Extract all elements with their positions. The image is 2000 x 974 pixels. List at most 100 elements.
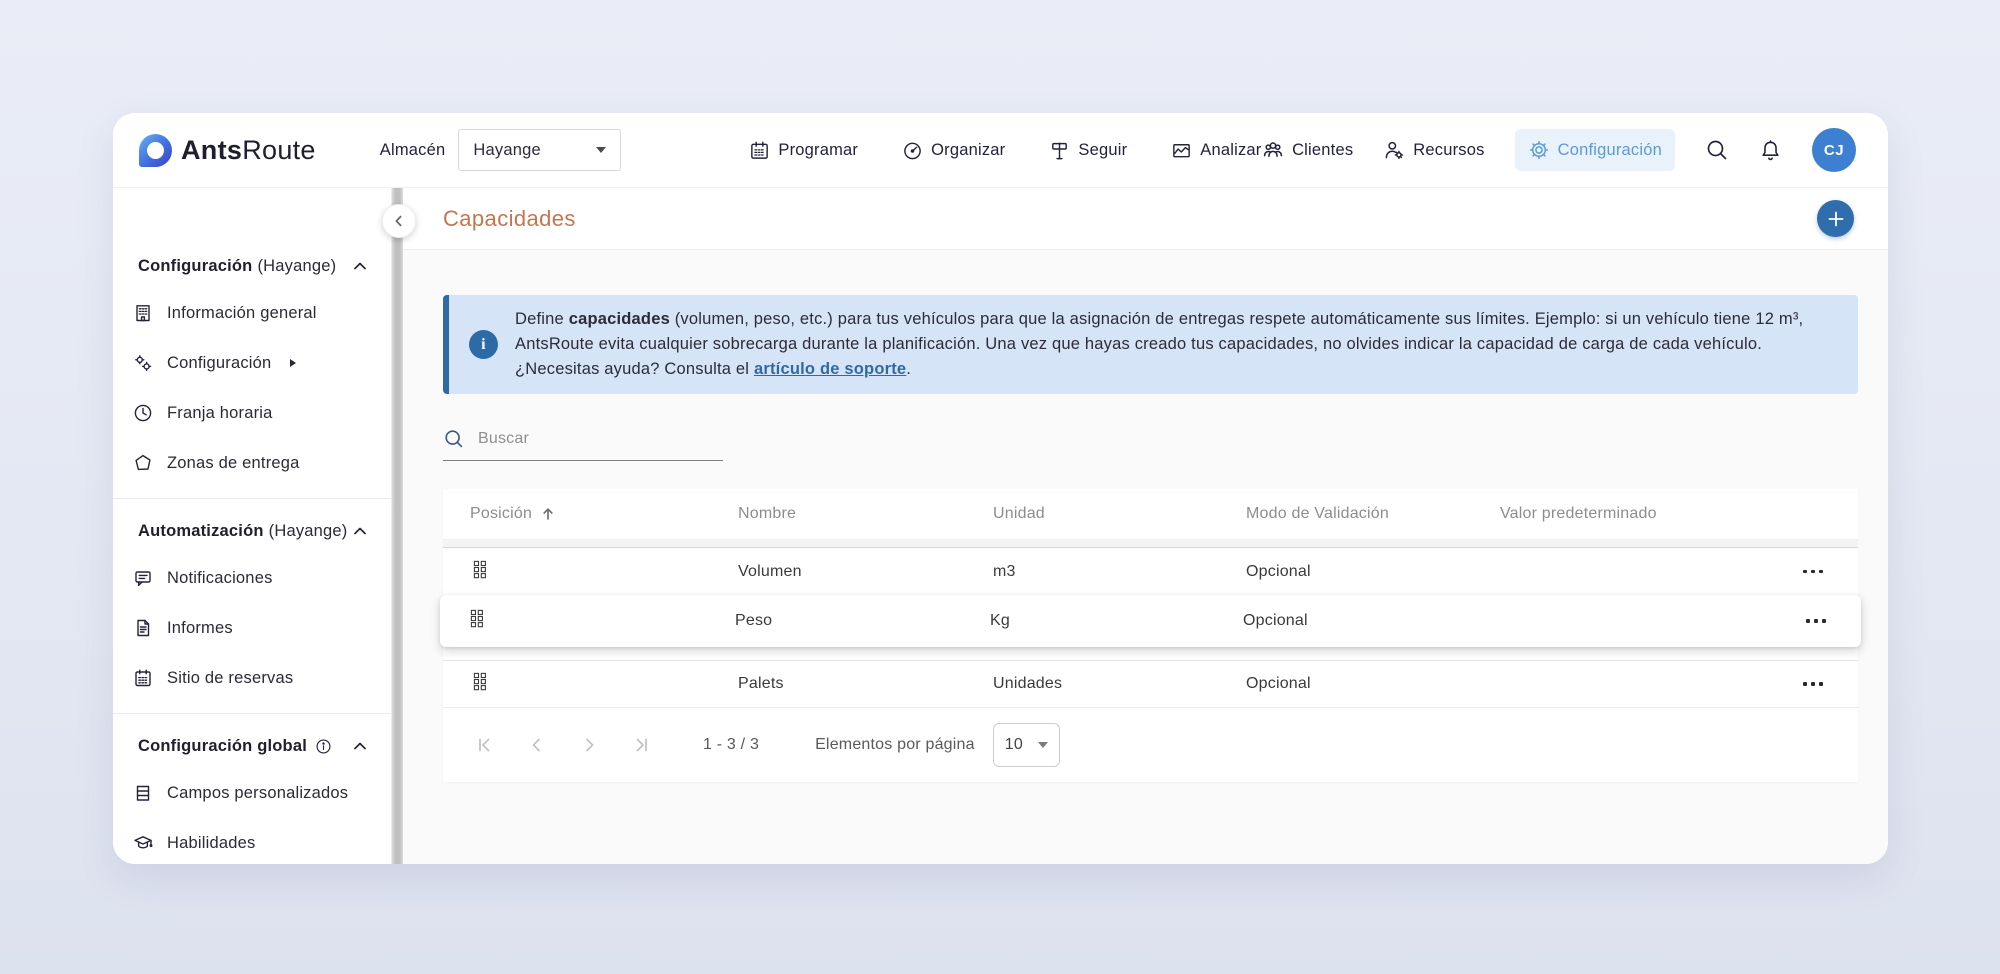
table-search	[443, 428, 723, 461]
sidebar-item-campos-personalizados[interactable]: Campos personalizados	[113, 768, 391, 818]
row-menu-button[interactable]	[1782, 682, 1858, 686]
warehouse-selected-value: Hayange	[473, 141, 540, 160]
graduation-cap-icon	[132, 833, 154, 853]
sidebar-item-label: Zonas de entrega	[167, 454, 300, 473]
warehouse-label: Almacén	[380, 141, 446, 160]
sidebar-item-configuracion[interactable]: Configuración	[113, 338, 391, 388]
document-icon	[132, 618, 154, 638]
info-banner-text: Define capacidades (volumen, peso, etc.)…	[515, 307, 1803, 382]
sidebar-item-label: Campos personalizados	[167, 784, 348, 803]
sidebar-item-zonas-de-entrega[interactable]: Zonas de entrega	[113, 438, 391, 488]
gauge-icon	[902, 140, 923, 161]
warehouse-select[interactable]: Hayange	[458, 129, 621, 171]
antsroute-logo[interactable]: AntsRoute	[139, 134, 316, 167]
column-header-nombre: Nombre	[738, 505, 993, 523]
next-page-button[interactable]	[577, 733, 601, 757]
notifications-bell-button[interactable]	[1759, 139, 1782, 162]
sidebar-item-label: Configuración	[167, 354, 271, 373]
gears-icon	[132, 353, 154, 373]
sidebar-item-franja-horaria[interactable]: Franja horaria	[113, 388, 391, 438]
cell-unit: Unidades	[993, 675, 1246, 693]
add-capacity-button[interactable]	[1817, 200, 1854, 237]
support-article-link[interactable]: artículo de soporte	[754, 360, 906, 378]
capacities-table: Posición Nombre Unidad Modo de Validació…	[443, 489, 1858, 782]
sidebar-item-habilidades[interactable]: Habilidades	[113, 818, 391, 864]
first-page-button[interactable]	[473, 733, 497, 757]
table-row-volumen[interactable]: Volumen m3 Opcional	[443, 548, 1858, 595]
nav-item-label: Clientes	[1292, 141, 1353, 160]
sidebar-item-label: Franja horaria	[167, 404, 273, 423]
section-title: Automatización	[138, 522, 264, 541]
row-gap	[443, 647, 1858, 660]
table-row-peso[interactable]: Peso Kg Opcional	[440, 595, 1861, 647]
main-panel: Capacidades i Define capacidades (volume…	[403, 188, 1888, 864]
column-header-posicion[interactable]: Posición	[443, 505, 738, 523]
nav-item-clientes[interactable]: Clientes	[1262, 139, 1353, 161]
drag-handle-icon[interactable]	[470, 609, 484, 628]
signpost-icon	[1049, 140, 1070, 161]
antsroute-logo-text: AntsRoute	[181, 135, 316, 166]
gear-icon	[1528, 139, 1550, 161]
sidebar-collapse-button[interactable]	[382, 204, 416, 238]
nav-item-programar[interactable]: Programar	[749, 140, 858, 161]
nav-item-recursos[interactable]: Recursos	[1383, 139, 1484, 161]
section-suffix: (Hayange)	[257, 257, 336, 276]
column-header-valor-predeterminado: Valor predeterminado	[1500, 505, 1782, 523]
cell-validation: Opcional	[1243, 612, 1497, 630]
chevron-up-icon	[351, 737, 369, 755]
user-gear-icon	[1383, 139, 1405, 161]
info-icon: i	[469, 330, 498, 359]
info-icon	[315, 738, 332, 755]
sidebar-resize-handle[interactable]	[392, 188, 403, 864]
submenu-arrow-icon	[290, 359, 296, 367]
main-nav: Programar Organizar Seguir Analizar	[749, 140, 1261, 161]
nav-item-configuracion[interactable]: Configuración	[1515, 129, 1675, 171]
sidebar-item-label: Información general	[167, 304, 317, 323]
row-menu-button[interactable]	[1782, 570, 1858, 574]
sidebar-item-label: Notificaciones	[167, 569, 273, 588]
sidebar-item-notificaciones[interactable]: Notificaciones	[113, 553, 391, 603]
cell-name: Volumen	[738, 563, 993, 581]
chevron-left-icon	[392, 214, 406, 228]
user-avatar[interactable]: CJ	[1812, 128, 1856, 172]
previous-page-button[interactable]	[525, 733, 549, 757]
row-menu-button[interactable]	[1785, 619, 1861, 623]
last-page-button[interactable]	[629, 733, 653, 757]
nav-right: Clientes Recursos Configuración CJ	[1262, 128, 1856, 172]
message-icon	[132, 568, 154, 588]
calendar-icon	[132, 668, 154, 688]
nav-item-organizar[interactable]: Organizar	[902, 140, 1005, 161]
nav-item-label: Seguir	[1078, 141, 1127, 160]
plus-icon	[1827, 210, 1845, 228]
nav-item-seguir[interactable]: Seguir	[1049, 140, 1127, 161]
search-button[interactable]	[1705, 138, 1729, 162]
rows-icon	[132, 783, 154, 803]
section-title: Configuración global	[138, 737, 307, 756]
settings-sidebar: Configuración (Hayange) Información gene…	[113, 188, 392, 864]
cell-validation: Opcional	[1246, 675, 1500, 693]
search-input[interactable]	[478, 430, 723, 448]
table-header-row: Posición Nombre Unidad Modo de Validació…	[443, 489, 1858, 539]
sidebar-section-automatizacion[interactable]: Automatización (Hayange)	[113, 509, 391, 553]
drag-handle-icon[interactable]	[473, 560, 487, 579]
chevron-up-icon	[351, 522, 369, 540]
sidebar-divider	[113, 713, 391, 714]
chevron-up-icon	[351, 257, 369, 275]
sidebar-item-informacion-general[interactable]: Información general	[113, 288, 391, 338]
app-window: AntsRoute Almacén Hayange Programar Orga…	[113, 113, 1888, 864]
sort-asc-arrow-icon	[540, 506, 556, 522]
nav-item-analizar[interactable]: Analizar	[1171, 140, 1261, 161]
sidebar-item-label: Sitio de reservas	[167, 669, 293, 688]
sidebar-item-sitio-de-reservas[interactable]: Sitio de reservas	[113, 653, 391, 703]
nav-item-label: Organizar	[931, 141, 1005, 160]
sidebar-item-informes[interactable]: Informes	[113, 603, 391, 653]
top-navbar: AntsRoute Almacén Hayange Programar Orga…	[113, 113, 1888, 188]
table-row-palets[interactable]: Palets Unidades Opcional	[443, 660, 1858, 707]
chart-icon	[1171, 140, 1192, 161]
column-header-unidad: Unidad	[993, 505, 1246, 523]
per-page-select[interactable]: 10	[993, 723, 1060, 767]
drag-handle-icon[interactable]	[473, 672, 487, 691]
info-banner: i Define capacidades (volumen, peso, etc…	[443, 295, 1858, 394]
sidebar-section-configuracion-global[interactable]: Configuración global	[113, 724, 391, 768]
sidebar-section-configuracion[interactable]: Configuración (Hayange)	[113, 244, 391, 288]
